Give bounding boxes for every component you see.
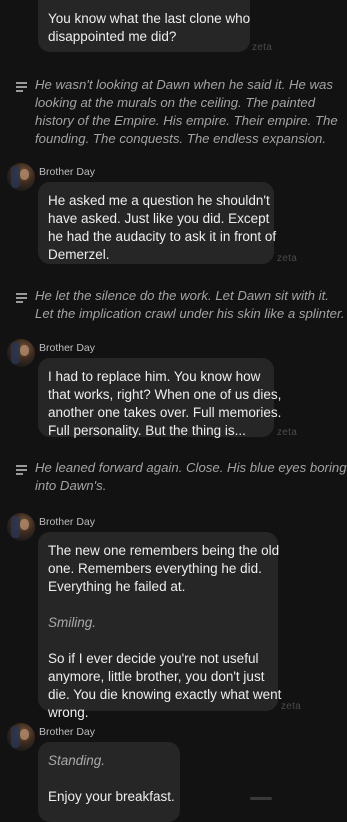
message-line: Everything he failed at. bbox=[48, 579, 186, 594]
speaker-name: Brother Day bbox=[39, 166, 96, 178]
speaker-name: Brother Day bbox=[39, 516, 96, 528]
narration-line: He wasn't looking at Dawn when he said i… bbox=[35, 77, 333, 92]
message-bubble: Standing. Enjoy your breakfast. bbox=[38, 742, 180, 822]
message-bubble: I had to replace him. You know how that … bbox=[38, 358, 282, 438]
narration-line: founding. The conquests. The endless exp… bbox=[35, 131, 327, 146]
message-line: So if I ever decide you're not useful bbox=[48, 651, 259, 666]
narration-line: history of the Empire. His empire. Their… bbox=[35, 113, 338, 128]
narration-block: He let the silence do the work. Let Dawn… bbox=[16, 287, 345, 323]
narration-line: looking at the murals on the ceiling. Th… bbox=[35, 95, 316, 110]
avatar[interactable] bbox=[7, 513, 35, 541]
message-line: I had to replace him. You know how bbox=[48, 369, 261, 384]
message-line: He asked me a question he shouldn't bbox=[48, 193, 270, 208]
message-line: Demerzel. bbox=[48, 247, 110, 262]
avatar[interactable] bbox=[7, 723, 35, 751]
message-bubble: The new one remembers being the old one.… bbox=[38, 532, 282, 720]
avatar[interactable] bbox=[7, 163, 35, 191]
message-line: The new one remembers being the old bbox=[48, 543, 280, 558]
message-line: disappointed me did? bbox=[48, 29, 177, 44]
message-line: anymore, little brother, you don't just bbox=[48, 669, 265, 684]
narration-line: He let the silence do the work. Let Dawn… bbox=[35, 288, 329, 303]
message-line: another one takes over. Full memories. bbox=[48, 405, 282, 420]
speaker-name: Brother Day bbox=[39, 342, 96, 354]
narration-text: He leaned forward again. Close. His blue… bbox=[35, 459, 347, 495]
narration-icon bbox=[16, 465, 27, 477]
narration-line: Let the implication crawl under his skin… bbox=[35, 306, 345, 321]
message-bubble: You know what the last clone who disappo… bbox=[38, 0, 250, 52]
message-line: one. Remembers everything he did. bbox=[48, 561, 262, 576]
message-line: You know what the last clone who bbox=[48, 11, 251, 26]
action-text: Standing. bbox=[48, 753, 106, 768]
message-bubble: He asked me a question he shouldn't have… bbox=[38, 182, 277, 264]
narration-text: He let the silence do the work. Let Dawn… bbox=[35, 287, 345, 323]
narration-block: He leaned forward again. Close. His blue… bbox=[16, 459, 347, 495]
message-line: Full personality. But the thing is... bbox=[48, 423, 246, 438]
avatar[interactable] bbox=[7, 339, 35, 367]
message-line: that works, right? When one of us dies, bbox=[48, 387, 282, 402]
zeta-watermark: zeta bbox=[252, 42, 273, 53]
message-line: he had the audacity to ask it in front o… bbox=[48, 229, 277, 244]
narration-text: He wasn't looking at Dawn when he said i… bbox=[35, 76, 338, 148]
message-line: wrong. bbox=[48, 705, 89, 720]
speaker-name: Brother Day bbox=[39, 726, 96, 738]
narration-block: He wasn't looking at Dawn when he said i… bbox=[16, 76, 338, 148]
narration-icon bbox=[16, 82, 27, 94]
message-line: Enjoy your breakfast. bbox=[48, 789, 175, 804]
action-text: Smiling. bbox=[48, 615, 97, 630]
message-line: die. You die knowing exactly what went bbox=[48, 687, 282, 702]
zeta-watermark: zeta bbox=[277, 253, 298, 264]
zeta-watermark: zeta bbox=[281, 701, 302, 712]
narration-icon bbox=[16, 293, 27, 305]
narration-line: He leaned forward again. Close. His blue… bbox=[35, 460, 347, 475]
zeta-watermark: zeta bbox=[277, 427, 298, 438]
narration-line: into Dawn's. bbox=[35, 478, 107, 493]
message-line: have asked. Just like you did. Except bbox=[48, 211, 270, 226]
